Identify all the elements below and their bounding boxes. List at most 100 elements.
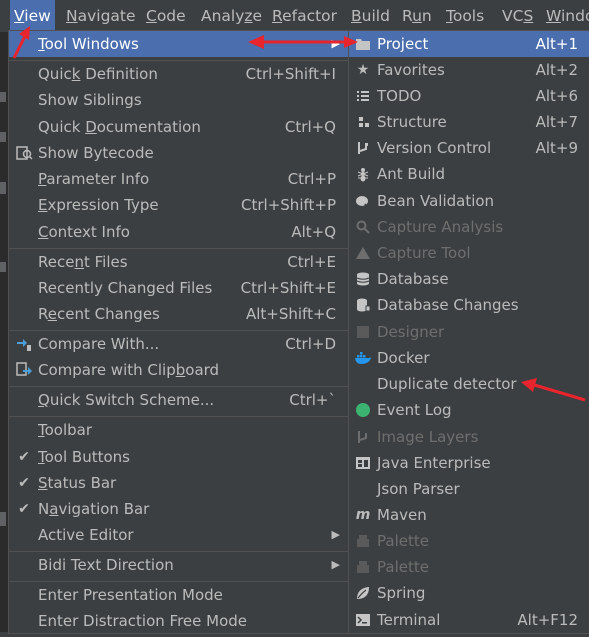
menu-item-expression-type[interactable]: Expression Type Ctrl+Shift+P	[9, 192, 348, 218]
menu-item-label: Navigation Bar	[38, 500, 150, 518]
menu-item-label: Show Siblings	[38, 91, 142, 109]
menu-item-compare-with[interactable]: Compare With... Ctrl+D	[9, 331, 348, 357]
submenu-arrow-icon: ▶	[331, 528, 340, 541]
menu-item-label: Java Enterprise	[377, 454, 491, 472]
menu-item-label: Show Bytecode	[38, 144, 154, 162]
menu-item-context-info[interactable]: Context Info Alt+Q	[9, 219, 348, 245]
tw-item-project[interactable]: Project Alt+1	[349, 31, 589, 57]
spring-leaf-icon	[353, 580, 373, 610]
menu-item-quick-definition[interactable]: Quick Definition Ctrl+Shift+I	[9, 61, 348, 87]
menu-item-label: Bidi Text Direction	[38, 556, 174, 574]
menu-item-quick-documentation[interactable]: Quick Documentation Ctrl+Q	[9, 114, 348, 140]
tw-item-bean-validation[interactable]: Bean Validation	[349, 188, 589, 214]
menu-item-label: Spring	[377, 584, 426, 602]
tw-item-designer[interactable]: Designer	[349, 319, 589, 345]
tw-item-ant-build[interactable]: Ant Build	[349, 161, 589, 187]
tw-item-capture-analysis[interactable]: Capture Analysis	[349, 214, 589, 240]
tw-item-spring[interactable]: Spring	[349, 580, 589, 606]
check-icon: ✔	[18, 475, 30, 491]
menu-run[interactable]: Run	[398, 0, 436, 32]
shortcut: Ctrl+Shift+I	[245, 65, 336, 83]
menu-item-recently-changed-files[interactable]: Recently Changed Files Ctrl+Shift+E	[9, 275, 348, 301]
menu-item-label: Compare with Clipboard	[38, 361, 220, 379]
shortcut: Ctrl+E	[287, 253, 336, 271]
tw-item-database-changes[interactable]: Database Changes	[349, 292, 589, 318]
tw-item-json-parser[interactable]: Json Parser	[349, 476, 589, 502]
menu-item-label: Recently Changed Files	[38, 279, 213, 297]
tw-item-image-layers[interactable]: Image Layers	[349, 424, 589, 450]
tw-item-structure[interactable]: Structure Alt+7	[349, 109, 589, 135]
shortcut: Alt+1	[535, 35, 578, 53]
menu-item-recent-files[interactable]: Recent Files Ctrl+E	[9, 249, 348, 275]
menu-item-quick-switch-scheme[interactable]: Quick Switch Scheme... Ctrl+`	[9, 387, 348, 413]
shortcut: Alt+Shift+C	[245, 305, 336, 323]
menu-item-toolbar[interactable]: Toolbar	[9, 417, 348, 443]
menu-item-label: Maven	[377, 506, 427, 524]
ide-background-strip	[0, 32, 8, 632]
menu-item-status-bar[interactable]: ✔ Status Bar	[9, 470, 348, 496]
menu-build[interactable]: Build	[347, 0, 394, 32]
tool-windows-submenu: Project Alt+1 ★ Favorites Alt+2 TODO Alt…	[349, 30, 589, 634]
event-log-icon	[353, 397, 373, 427]
tw-item-palette[interactable]: Palette	[349, 528, 589, 554]
tw-item-database[interactable]: Database	[349, 266, 589, 292]
menu-item-label: Quick Documentation	[38, 118, 201, 136]
tw-item-version-control[interactable]: Version Control Alt+9	[349, 135, 589, 161]
menu-item-enter-distraction-free-mode[interactable]: Enter Distraction Free Mode	[9, 608, 348, 634]
shortcut: Alt+F12	[517, 611, 578, 629]
tw-item-java-enterprise[interactable]: Java Enterprise	[349, 450, 589, 476]
menu-item-label: Quick Definition	[38, 65, 158, 83]
menu-item-tool-windows[interactable]: Tool Windows ▶	[9, 31, 348, 57]
tw-item-favorites[interactable]: ★ Favorites Alt+2	[349, 57, 589, 83]
menu-vcs[interactable]: VCS	[498, 0, 537, 32]
maven-icon: m	[355, 507, 371, 523]
menu-item-label: Recent Files	[38, 253, 128, 271]
menu-item-active-editor[interactable]: Active Editor ▶	[9, 522, 348, 548]
menu-item-label: Image Layers	[377, 428, 479, 446]
menu-bar: View Navigate Code Analyze Refactor Buil…	[0, 0, 589, 33]
menu-tools[interactable]: Tools	[442, 0, 488, 32]
submenu-arrow-icon: ▶	[331, 37, 340, 50]
menu-item-label: Palette	[377, 558, 429, 576]
menu-item-label: Quick Switch Scheme...	[38, 391, 215, 409]
menu-navigate[interactable]: Navigate	[62, 0, 140, 32]
menu-item-label: Toolbar	[38, 421, 93, 439]
compare-clipboard-icon	[14, 357, 34, 388]
menu-item-show-bytecode[interactable]: Show Bytecode	[9, 140, 348, 166]
tw-item-capture-tool[interactable]: Capture Tool	[349, 240, 589, 266]
shortcut: Ctrl+Shift+E	[240, 279, 336, 297]
menu-item-label: Json Parser	[377, 480, 460, 498]
menu-item-label: Recent Changes	[38, 305, 160, 323]
menu-item-navigation-bar[interactable]: ✔ Navigation Bar	[9, 496, 348, 522]
tw-item-duplicate-detector[interactable]: Duplicate detector	[349, 371, 589, 397]
tw-item-terminal[interactable]: Terminal Alt+F12	[349, 607, 589, 633]
tw-item-maven[interactable]: m Maven	[349, 502, 589, 528]
menu-window[interactable]: Windo	[542, 0, 589, 32]
tw-item-docker[interactable]: Docker	[349, 345, 589, 371]
menu-item-label: Enter Distraction Free Mode	[38, 612, 248, 630]
menu-item-bidi-text-direction[interactable]: Bidi Text Direction ▶	[9, 552, 348, 578]
submenu-arrow-icon: ▶	[331, 558, 340, 571]
shortcut: Ctrl+Q	[284, 118, 336, 136]
menu-view[interactable]: View	[10, 0, 55, 32]
menu-item-parameter-info[interactable]: Parameter Info Ctrl+P	[9, 166, 348, 192]
tw-item-palette-2[interactable]: Palette	[349, 554, 589, 580]
menu-item-label: Event Log	[377, 401, 452, 419]
menu-item-compare-with-clipboard[interactable]: Compare with Clipboard	[9, 357, 348, 383]
shortcut: Alt+6	[535, 87, 578, 105]
menu-item-recent-changes[interactable]: Recent Changes Alt+Shift+C	[9, 301, 348, 327]
menu-refactor[interactable]: Refactor	[268, 0, 341, 32]
shortcut: Alt+Q	[291, 223, 336, 241]
shortcut: Ctrl+D	[285, 335, 336, 353]
menu-analyze[interactable]: Analyze	[197, 0, 266, 32]
menu-item-show-siblings[interactable]: Show Siblings	[9, 87, 348, 113]
menu-item-enter-presentation-mode[interactable]: Enter Presentation Mode	[9, 582, 348, 608]
tw-item-todo[interactable]: TODO Alt+6	[349, 83, 589, 109]
shortcut: Alt+9	[535, 139, 578, 157]
tw-item-event-log[interactable]: Event Log	[349, 397, 589, 423]
menu-item-label: Capture Analysis	[377, 218, 504, 236]
menu-item-tool-buttons[interactable]: ✔ Tool Buttons	[9, 444, 348, 470]
menu-item-label: Active Editor	[38, 526, 134, 544]
menu-code[interactable]: Code	[142, 0, 190, 32]
shortcut: Ctrl+Shift+P	[241, 196, 336, 214]
